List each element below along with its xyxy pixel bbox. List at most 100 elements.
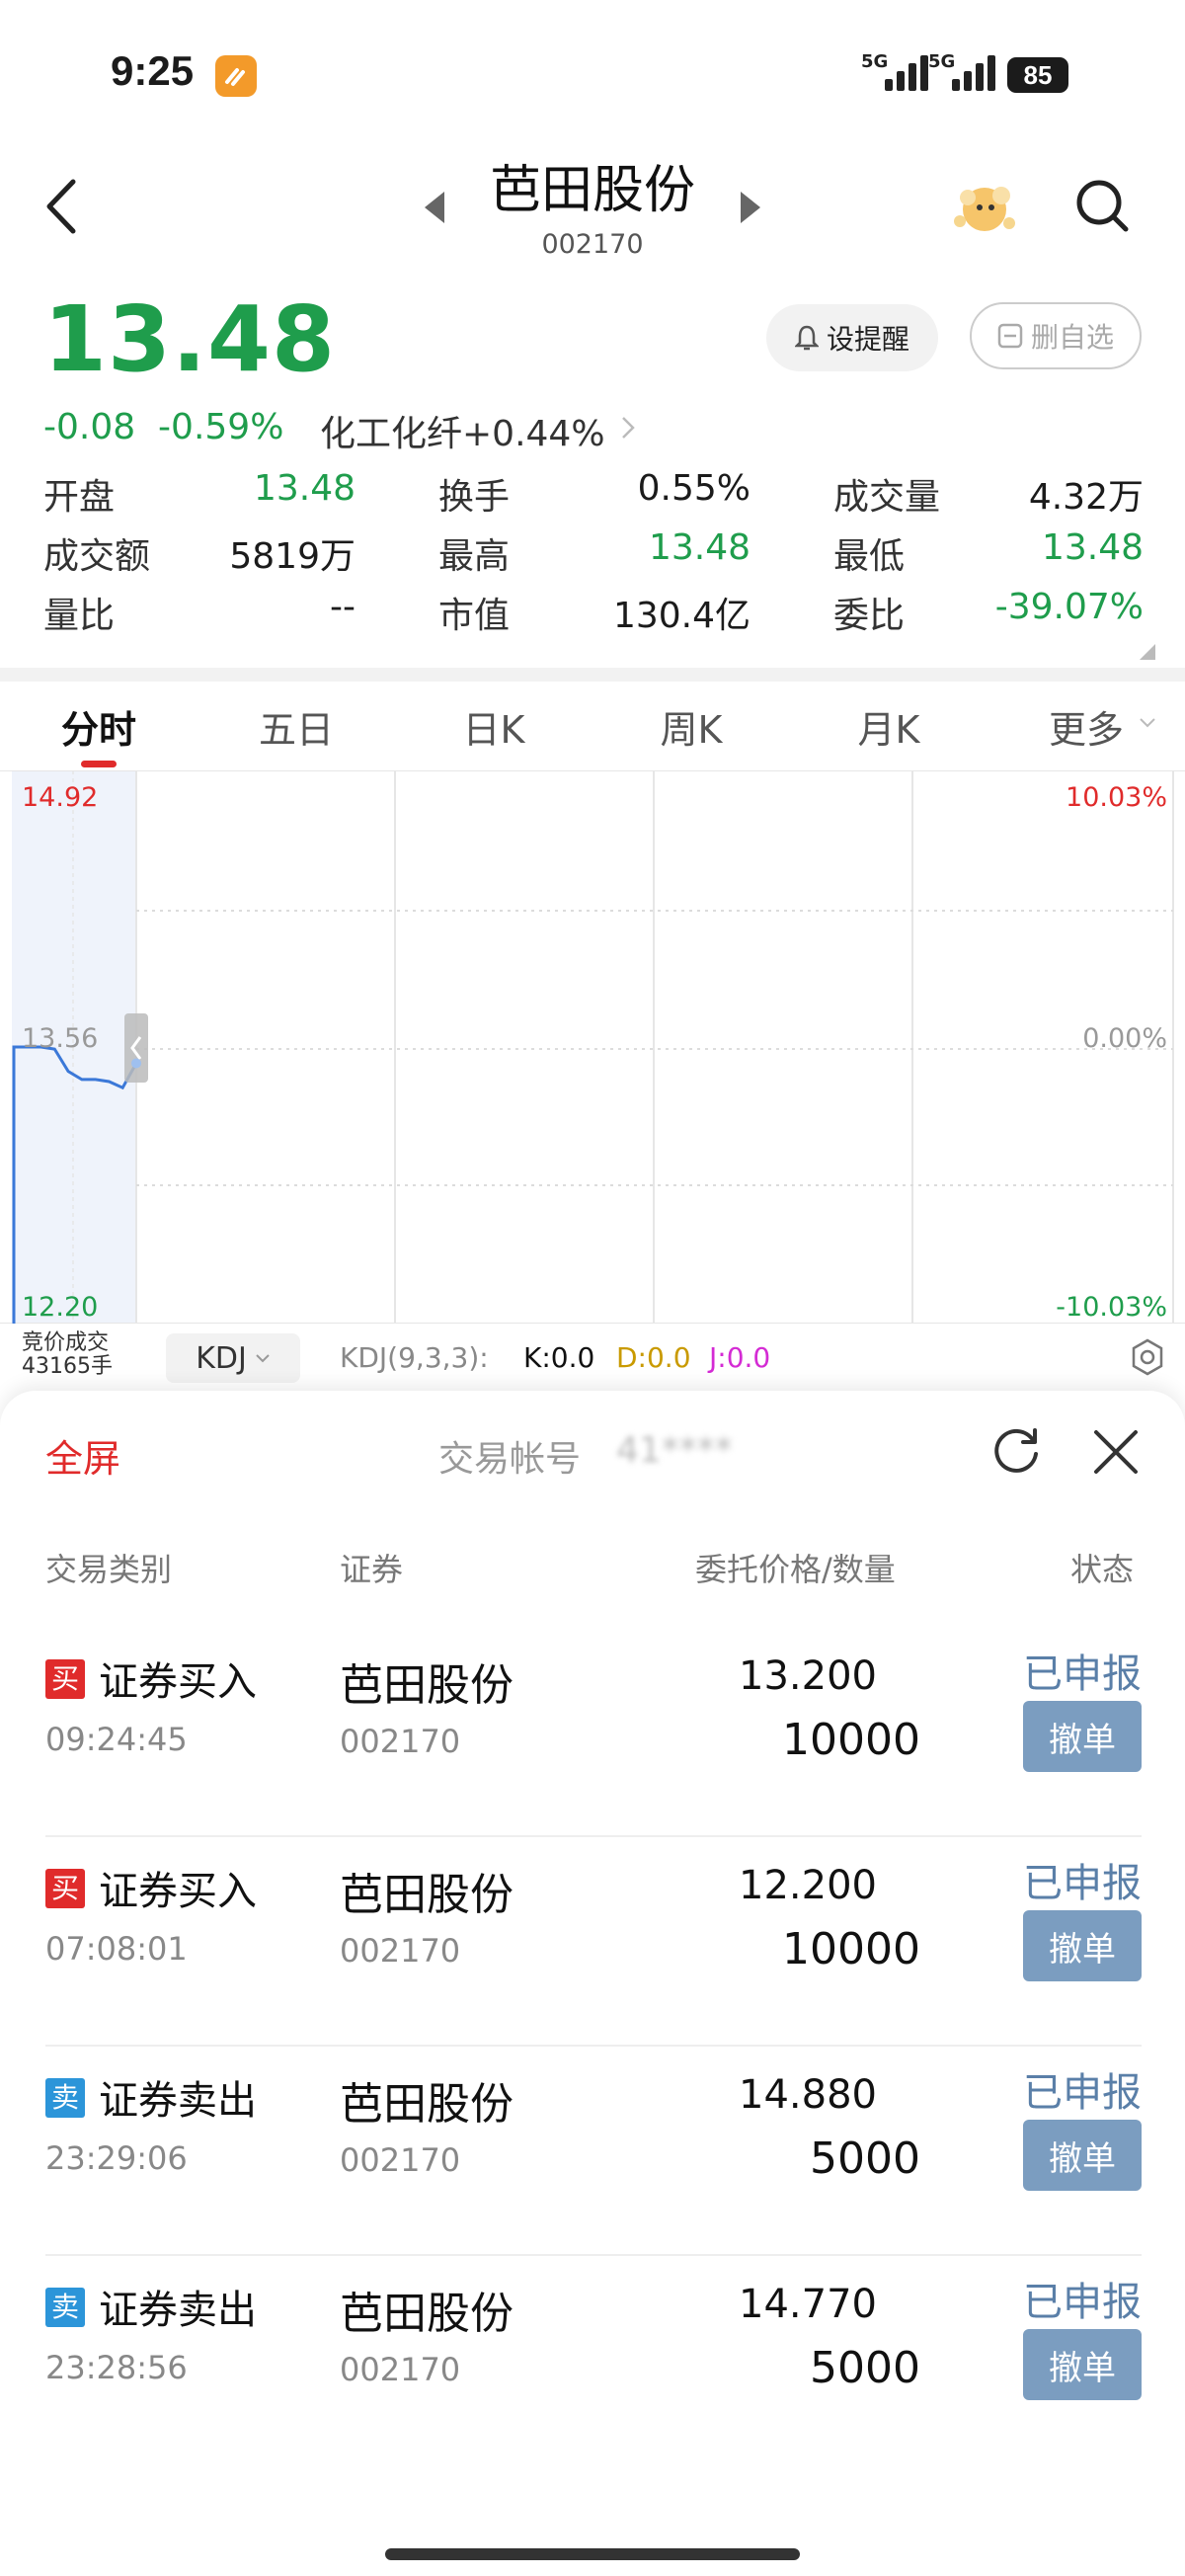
sector-link[interactable]: 化工化纤+0.44% [320,405,605,456]
stat-value: 5819万 [229,536,356,577]
indicator-select[interactable]: KDJ [166,1333,300,1383]
price-point [131,1058,141,1069]
side-badge: 买 [45,1659,85,1699]
fullscreen-button[interactable]: 全屏 [45,1428,120,1483]
order-row[interactable]: 卖证券卖出 23:29:06 芭田股份 002170 14.880 5000 已申报 撤单 [0,2049,1185,2256]
tab-4[interactable]: 月K [830,699,948,754]
kdj-k-value: K:0.0 [523,1341,595,1374]
mascot-icon[interactable] [946,170,1023,241]
expand-corner-icon[interactable] [1136,640,1155,660]
tab-0[interactable]: 分时 [40,699,158,754]
stat-label: 量比 [43,596,116,636]
stat-label: 换手 [438,477,511,518]
order-status: 已申报 [1023,1651,1142,1697]
stat-value: -- [330,587,356,627]
stat-value: 13.48 [253,468,356,509]
order-type: 证券买入 [99,1869,257,1914]
order-time: 09:24:45 [45,1721,188,1758]
row-divider [45,2045,1142,2047]
tab-1[interactable]: 五日 [237,699,356,754]
active-tab-indicator [81,761,117,767]
side-badge: 买 [45,1869,85,1908]
kdj-j-value: J:0.0 [709,1341,771,1374]
order-status: 已申报 [1023,2280,1142,2325]
cancel-order-button[interactable]: 撤单 [1023,1701,1142,1772]
kdj-d-value: D:0.0 [616,1341,691,1374]
stat-label: 开盘 [43,477,116,518]
stock-code: 002170 [541,229,644,260]
change-amount: -0.08 [43,407,136,447]
set-alert-button[interactable]: 设提醒 [766,304,938,371]
order-status: 已申报 [1023,1861,1142,1906]
stat-value: 0.55% [637,468,750,509]
tab-2[interactable]: 日K [434,699,553,754]
security-code: 002170 [340,2141,461,2179]
order-row[interactable]: 卖证券卖出 23:28:56 芭田股份 002170 14.770 5000 已申报 撤单 [0,2258,1185,2465]
order-quantity: 10000 [782,1715,920,1765]
chevron-down-icon [256,1354,270,1363]
order-price: 14.770 [739,2282,877,2327]
row-divider [45,1835,1142,1837]
indicator-settings-icon[interactable] [1128,1337,1167,1377]
account-label: 交易帐号 [438,1439,582,1480]
order-type: 证券买入 [99,1659,257,1705]
auction-volume: 竞价成交 43165手 [22,1331,113,1379]
minus-box-icon [997,323,1023,349]
bell-icon [794,325,819,351]
order-row[interactable]: 买证券买入 09:24:45 芭田股份 002170 13.200 10000 已申报 撤单 [0,1630,1185,1837]
current-price: 13.48 [43,286,337,392]
order-time: 07:08:01 [45,1930,188,1968]
order-status: 已申报 [1023,2070,1142,2116]
auction-volume-value: 43165手 [22,1354,113,1379]
stat-label: 成交量 [833,477,941,518]
intraday-chart[interactable] [0,770,1185,1324]
security-code: 002170 [340,1723,461,1760]
change-percent: -0.59% [158,407,284,447]
set-alert-label: 设提醒 [826,323,909,356]
auction-volume-label: 竞价成交 [22,1330,110,1355]
search-icon[interactable] [1074,178,1130,233]
chevron-right-icon[interactable] [620,413,636,443]
security-name: 芭田股份 [340,1660,514,1711]
stat-label: 成交额 [43,536,151,577]
stat-label: 最低 [833,536,906,577]
indicator-name: KDJ [196,1340,247,1376]
chart-y-min: 12.20 [22,1292,99,1323]
tab-3[interactable]: 周K [632,699,750,754]
clock: 9:25 [111,47,195,94]
stat-label: 市值 [438,596,511,636]
app-notification-icon [215,55,257,97]
stat-value: 130.4亿 [612,596,750,636]
cancel-order-button[interactable]: 撤单 [1023,2329,1142,2400]
chart-pct-min: -10.03% [1056,1292,1167,1323]
order-price: 12.200 [739,1863,877,1908]
indicator-params: KDJ(9,3,3): [340,1341,489,1374]
order-row[interactable]: 买证券买入 07:08:01 芭田股份 002170 12.200 10000 已申报 撤单 [0,1839,1185,2047]
remove-favorite-button[interactable]: 删自选 [970,302,1142,369]
order-type: 证券卖出 [99,2078,257,2124]
chart-pct-max: 10.03% [1066,782,1167,813]
column-header-type: 交易类别 [45,1551,173,1588]
account-number: 41**** [616,1430,733,1471]
side-badge: 卖 [45,2078,85,2118]
column-header-price-qty: 委托价格/数量 [695,1551,896,1588]
cancel-order-button[interactable]: 撤单 [1023,2120,1142,2191]
security-name: 芭田股份 [340,1870,514,1920]
order-type: 证券卖出 [99,2288,257,2333]
stat-label: 委比 [833,596,906,636]
back-icon[interactable] [41,176,85,237]
row-divider [45,2254,1142,2256]
next-stock-icon[interactable] [739,190,762,225]
chevron-down-icon[interactable] [1138,715,1157,734]
close-icon[interactable] [1092,1428,1140,1476]
order-quantity: 5000 [810,2133,920,2184]
home-indicator[interactable] [385,2548,800,2560]
network-type-label: 5G [861,51,889,72]
order-price: 13.200 [739,1653,877,1699]
side-badge: 卖 [45,2288,85,2327]
tab-5[interactable]: 更多 [1027,699,1146,754]
stat-value: 13.48 [1041,527,1144,568]
stat-value: -39.07% [994,587,1144,627]
cancel-order-button[interactable]: 撤单 [1023,1910,1142,1981]
refresh-icon[interactable] [989,1424,1043,1478]
